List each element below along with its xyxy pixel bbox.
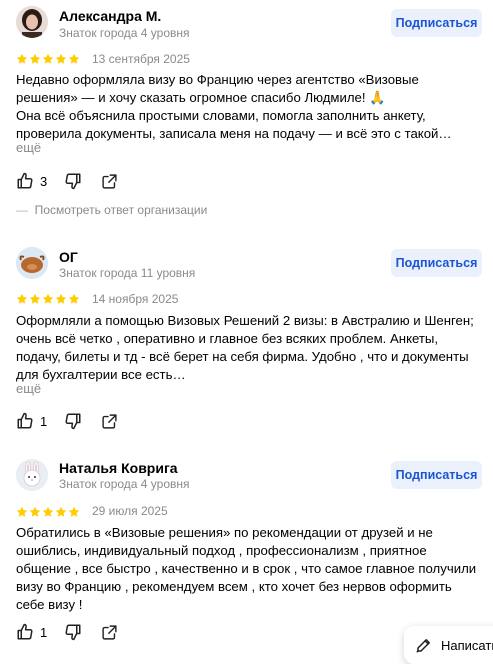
like-icon	[16, 172, 34, 190]
pencil-icon	[415, 636, 433, 654]
review-date: 29 июля 2025	[92, 504, 168, 518]
subscribe-button[interactable]: Подписаться	[391, 461, 482, 489]
author-name[interactable]: Александра М.	[59, 8, 161, 24]
review-actions: 1	[16, 622, 118, 642]
rating-stars	[16, 293, 80, 305]
more-link[interactable]: ещё	[16, 381, 41, 396]
review-text: Обратились в «Визовые решения» по рекоме…	[16, 525, 477, 612]
author-level: Знаток города 11 уровня	[59, 266, 196, 280]
avatar[interactable]	[16, 459, 48, 491]
rating-stars	[16, 506, 80, 518]
dislike-button[interactable]	[64, 623, 82, 641]
like-button[interactable]: 3	[16, 172, 47, 190]
review-text: Недавно оформляла визу во Францию через …	[16, 72, 452, 141]
dash-icon: —	[16, 203, 35, 217]
author-level: Знаток города 4 уровня	[59, 477, 190, 491]
subscribe-button[interactable]: Подписаться	[391, 249, 482, 277]
like-icon	[16, 412, 34, 430]
star-icon	[42, 506, 54, 517]
dislike-icon	[64, 412, 82, 430]
share-button[interactable]	[101, 173, 118, 190]
share-icon	[101, 413, 118, 430]
review-date: 14 ноября 2025	[92, 292, 179, 306]
author-name[interactable]: Наталья Коврига	[59, 460, 178, 476]
rating-stars	[16, 53, 80, 65]
share-button[interactable]	[101, 413, 118, 430]
like-count: 1	[40, 413, 48, 429]
avatar[interactable]	[16, 6, 48, 38]
star-icon	[55, 53, 67, 64]
review-actions: 1	[16, 411, 118, 431]
like-button[interactable]: 1	[16, 412, 47, 430]
write-review-label: Написать	[441, 637, 493, 653]
dislike-icon	[64, 623, 82, 641]
star-icon	[16, 506, 28, 517]
dislike-button[interactable]	[64, 412, 82, 430]
org-reply-link[interactable]: — Посмотреть ответ организации	[16, 203, 207, 217]
avatar-photo	[16, 6, 48, 38]
star-icon	[55, 293, 67, 304]
write-review-button[interactable]: Написать	[404, 626, 493, 664]
bunny-avatar-icon	[16, 459, 48, 491]
star-icon	[16, 293, 28, 304]
dislike-icon	[64, 172, 82, 190]
review-date: 13 сентября 2025	[92, 52, 190, 66]
star-icon	[42, 293, 54, 304]
author-level: Знаток города 4 уровня	[59, 26, 190, 40]
dislike-button[interactable]	[64, 172, 82, 190]
star-icon	[29, 293, 41, 304]
avatar-photo	[16, 247, 48, 279]
like-button[interactable]: 1	[16, 623, 47, 641]
avatar[interactable]	[16, 247, 48, 279]
subscribe-button[interactable]: Подписаться	[391, 9, 482, 37]
star-icon	[42, 53, 54, 64]
share-icon	[101, 624, 118, 641]
star-icon	[68, 53, 80, 64]
like-icon	[16, 623, 34, 641]
star-icon	[29, 53, 41, 64]
more-link[interactable]: ещё	[16, 140, 41, 155]
star-icon	[55, 506, 67, 517]
star-icon	[68, 506, 80, 517]
author-name[interactable]: ОГ	[59, 249, 78, 265]
star-icon	[16, 53, 28, 64]
review-actions: 3	[16, 171, 118, 191]
star-icon	[29, 506, 41, 517]
like-count: 3	[40, 173, 48, 189]
review-text: Оформляли а помощью Визовых Решений 2 ви…	[16, 313, 474, 382]
share-button[interactable]	[101, 624, 118, 641]
star-icon	[68, 293, 80, 304]
like-count: 1	[40, 624, 48, 640]
share-icon	[101, 173, 118, 190]
